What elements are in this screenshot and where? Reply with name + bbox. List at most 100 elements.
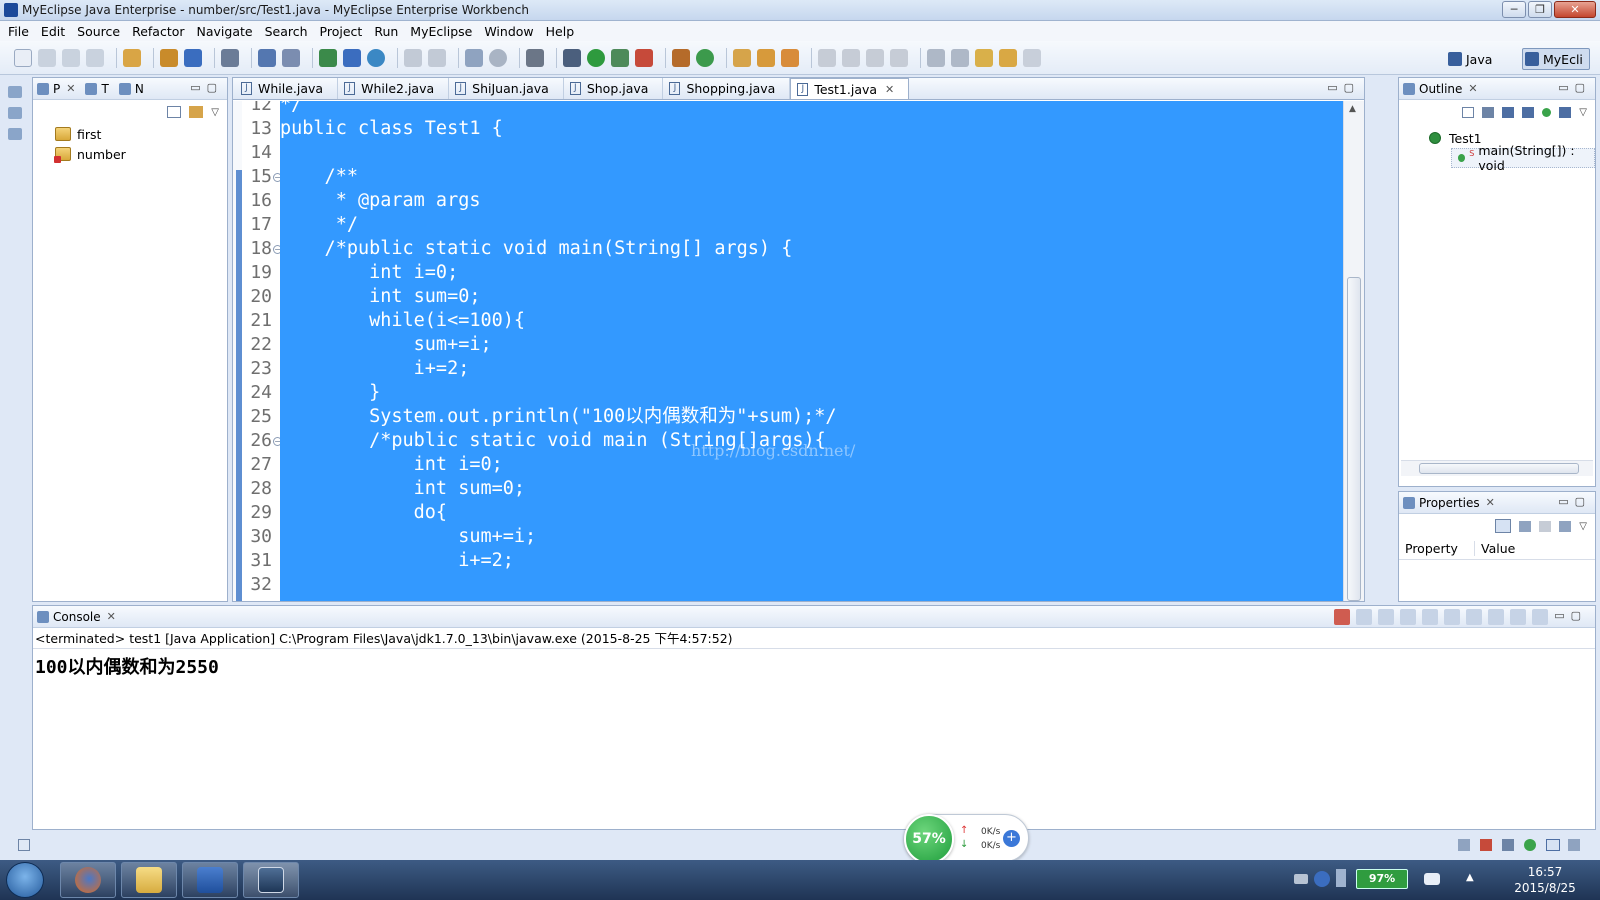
menu-myeclipse[interactable]: MyEclipse [406, 24, 480, 39]
code-line[interactable]: } [280, 381, 380, 405]
editor-tab[interactable]: J ShiJuan.java [449, 78, 564, 99]
servers-view-icon[interactable] [8, 107, 22, 119]
snippets-view-icon[interactable] [8, 128, 22, 140]
paragraph-icon[interactable] [890, 48, 908, 67]
battery-plug-icon[interactable] [1424, 873, 1440, 885]
restore-default-icon[interactable] [1539, 520, 1552, 532]
server-icon[interactable] [221, 48, 239, 67]
code-line[interactable]: */ [280, 213, 358, 237]
package-icon[interactable] [160, 48, 178, 67]
close-icon[interactable]: ✕ [885, 83, 894, 96]
taskbar-firefox[interactable] [60, 862, 116, 898]
menu-source[interactable]: Source [73, 24, 128, 39]
taskbar-word[interactable] [182, 862, 238, 898]
show-on-stdout-icon[interactable] [1444, 609, 1461, 625]
terminate-icon[interactable] [1334, 609, 1351, 625]
save-icon[interactable] [38, 48, 56, 67]
pen-icon[interactable] [842, 48, 860, 67]
external-tools-icon[interactable] [635, 48, 653, 67]
code-line[interactable]: while(i<=100){ [280, 309, 525, 333]
vertical-scrollbar[interactable]: ▲ [1343, 101, 1364, 601]
code-line[interactable]: int sum=0; [280, 285, 480, 309]
menu-edit[interactable]: Edit [37, 24, 73, 39]
close-icon[interactable]: ✕ [1486, 496, 1495, 509]
outline-method-item[interactable]: S main(String[]) : void [1451, 143, 1595, 173]
minimize-maximize-icon[interactable]: ▭▢ [1558, 495, 1591, 508]
new-wizard-icon[interactable] [123, 48, 141, 67]
collapse-all-icon[interactable] [1462, 106, 1475, 118]
keyboard-icon[interactable] [1294, 874, 1308, 884]
menu-refactor[interactable]: Refactor [128, 24, 192, 39]
code-line[interactable]: /*public static void main(String[] args)… [280, 237, 793, 261]
horizontal-scrollbar[interactable] [1401, 460, 1593, 476]
filter-icon[interactable] [1519, 520, 1532, 532]
menu-navigate[interactable]: Navigate [193, 24, 261, 39]
perspective-java[interactable]: Java [1448, 48, 1492, 70]
code-line[interactable]: i+=2; [280, 549, 514, 573]
prev-annotation-icon[interactable] [951, 48, 969, 67]
code-line[interactable]: int sum=0; [280, 477, 525, 501]
code-line[interactable]: int i=0; [280, 453, 503, 477]
minimize-maximize-icon[interactable]: ▭▢ [190, 81, 223, 94]
hide-local-types-icon[interactable] [1559, 106, 1572, 118]
perspective-myeclipse[interactable]: MyEcli [1522, 48, 1590, 70]
scrollbar-thumb[interactable] [1419, 463, 1579, 474]
close-icon[interactable]: ✕ [66, 82, 75, 95]
status-trim-icon[interactable] [1480, 839, 1492, 851]
collapse-all-icon[interactable] [167, 106, 182, 118]
new-ejb-icon[interactable] [282, 48, 300, 67]
scroll-lock-icon[interactable] [1422, 609, 1439, 625]
tool-icon[interactable] [428, 48, 446, 67]
code-line[interactable]: System.out.println("100以内偶数和为"+sum);*/ [280, 405, 836, 429]
camera-icon[interactable] [526, 48, 544, 67]
close-icon[interactable]: ✕ [1468, 82, 1477, 95]
menu-run[interactable]: Run [370, 24, 406, 39]
menu-project[interactable]: Project [316, 24, 371, 39]
search-flashlight-icon[interactable] [757, 48, 775, 67]
tab-package-explorer[interactable]: P ✕ [37, 82, 75, 96]
status-trim-icon[interactable] [1568, 839, 1580, 851]
code-line[interactable]: public class Test1 { [280, 117, 503, 141]
hide-static-icon[interactable] [1522, 106, 1535, 118]
tab-navigator[interactable]: N [118, 82, 144, 96]
new-icon[interactable] [14, 48, 32, 67]
print-icon[interactable] [86, 48, 104, 67]
menu-window[interactable]: Window [480, 24, 541, 39]
globe-icon[interactable] [489, 48, 507, 67]
close-icon[interactable]: ✕ [107, 610, 116, 623]
forward-icon[interactable] [1023, 48, 1041, 67]
open-type-icon[interactable] [319, 48, 337, 67]
code-line[interactable]: */ [280, 101, 302, 117]
plus-icon[interactable]: + [1003, 830, 1020, 847]
code-line[interactable]: sum+=i; [280, 333, 492, 357]
code-line[interactable]: do{ [280, 501, 447, 525]
view-menu-icon[interactable]: ▽ [211, 107, 219, 118]
code-line[interactable]: * @param args [280, 189, 481, 213]
scroll-up-icon[interactable]: ▲ [1349, 104, 1356, 114]
hide-fields-icon[interactable] [1502, 106, 1515, 118]
tab-outline[interactable]: Outline ✕ [1403, 82, 1478, 96]
pin-console-icon[interactable] [1488, 609, 1505, 625]
open-console-icon[interactable] [1532, 609, 1549, 625]
tab-type-hierarchy[interactable]: T [85, 82, 109, 96]
hide-nonpublic-icon[interactable] [1542, 107, 1552, 117]
fast-view-icon[interactable] [18, 839, 30, 851]
remove-launch-icon[interactable] [1356, 609, 1373, 625]
status-trim-icon[interactable] [1524, 839, 1536, 851]
sort-icon[interactable] [1482, 106, 1495, 118]
restore-icon[interactable] [8, 86, 22, 98]
pin-icon[interactable] [1559, 520, 1572, 532]
next-annotation-icon[interactable] [927, 48, 945, 67]
editor-tab-active[interactable]: J Test1.java ✕ [790, 78, 910, 99]
minimize-maximize-icon[interactable]: ▭▢ [1558, 81, 1591, 94]
editor-tab[interactable]: J Shop.java [564, 78, 664, 99]
maximize-button[interactable]: ❐ [1528, 1, 1552, 18]
last-edit-icon[interactable] [975, 48, 993, 67]
close-button[interactable]: ✕ [1554, 1, 1596, 18]
new-web-project-icon[interactable] [258, 48, 276, 67]
code-line[interactable]: /*public static void main (String[]args)… [280, 429, 826, 453]
project-item[interactable]: number [33, 144, 227, 164]
browser-icon[interactable] [367, 48, 385, 67]
view-menu-icon[interactable]: ▽ [1579, 107, 1587, 118]
deploy-icon[interactable] [184, 48, 202, 67]
